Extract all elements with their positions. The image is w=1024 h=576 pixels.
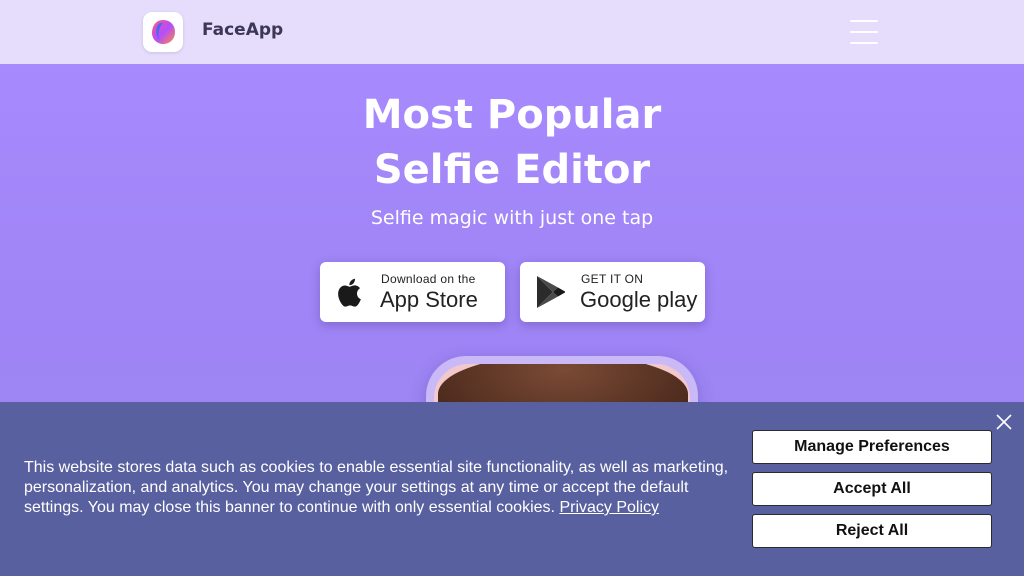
reject-all-button[interactable]: Reject All — [752, 514, 992, 548]
apple-icon — [334, 274, 368, 310]
google-play-icon — [534, 274, 568, 310]
app-store-label: App Store — [380, 287, 478, 312]
app-store-button[interactable]: Download on the App Store — [320, 262, 505, 322]
hero-title-line-2: Selfie Editor — [373, 147, 651, 193]
accept-all-button[interactable]: Accept All — [752, 472, 992, 506]
top-navigation-bar: FaceApp — [0, 0, 1024, 64]
hero-title: Most Popular Selfie Editor — [0, 88, 1024, 198]
google-play-button[interactable]: GET IT ON Google play — [520, 262, 705, 322]
google-play-small-label: GET IT ON — [581, 272, 644, 286]
privacy-policy-link[interactable]: Privacy Policy — [559, 499, 659, 516]
close-icon[interactable] — [994, 412, 1014, 432]
app-store-small-label: Download on the — [381, 272, 476, 286]
hamburger-menu-icon[interactable] — [848, 18, 880, 46]
hero-subtitle: Selfie magic with just one tap — [370, 207, 654, 229]
manage-preferences-button[interactable]: Manage Preferences — [752, 430, 992, 464]
google-play-label: Google play — [580, 287, 698, 312]
hero-title-line-1: Most Popular — [362, 92, 662, 138]
brand-name[interactable]: FaceApp — [202, 20, 283, 40]
faceapp-logo-icon[interactable] — [143, 12, 183, 52]
cookie-message: This website stores data such as cookies… — [24, 458, 744, 518]
